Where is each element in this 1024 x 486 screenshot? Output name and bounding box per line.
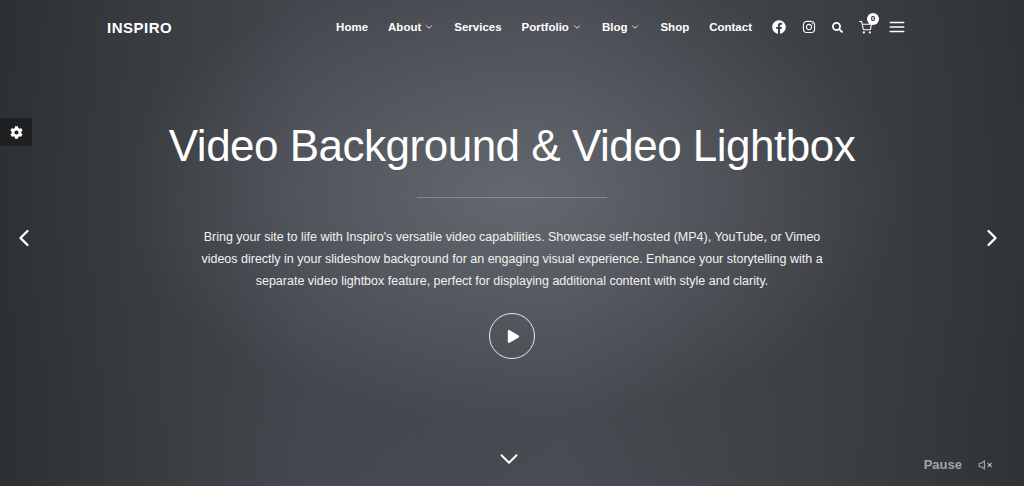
chevron-down-icon <box>494 444 524 474</box>
chevron-down-icon <box>572 22 582 32</box>
chevron-down-icon <box>424 22 434 32</box>
cart-button[interactable]: 0 <box>859 21 872 34</box>
instagram-button[interactable] <box>802 20 816 34</box>
page: INSPIRO Home About Services Portfolio Blog Sho… <box>0 0 1024 486</box>
play-button[interactable] <box>489 313 535 359</box>
nav: Home About Services Portfolio Blog Shop Contac… <box>336 21 752 33</box>
nav-item[interactable]: Services <box>454 21 501 33</box>
nav-item[interactable]: Contact <box>709 21 752 33</box>
search-button[interactable] <box>832 22 843 33</box>
hero-title: Video Background & Video Lightbox <box>169 120 855 172</box>
video-controls: Pause <box>924 457 992 472</box>
gear-icon <box>10 126 23 139</box>
menu-button[interactable] <box>888 18 906 36</box>
settings-button[interactable] <box>0 118 32 146</box>
next-slide-button[interactable] <box>978 224 1006 252</box>
chevron-left-icon <box>10 224 38 252</box>
header: INSPIRO Home About Services Portfolio Blog Sho… <box>0 0 1024 54</box>
prev-slide-button[interactable] <box>10 224 38 252</box>
nav-item[interactable]: Home <box>336 21 368 33</box>
facebook-button[interactable] <box>772 20 786 34</box>
nav-item[interactable]: Blog <box>602 21 641 33</box>
cart-badge: 0 <box>867 13 879 25</box>
title-divider <box>417 197 607 198</box>
nav-item[interactable]: About <box>388 21 434 33</box>
hamburger-icon <box>888 18 906 36</box>
facebook-icon <box>772 20 786 34</box>
instagram-icon <box>802 20 816 34</box>
nav-item[interactable]: Portfolio <box>522 21 582 33</box>
header-icons: 0 <box>772 18 906 36</box>
chevron-right-icon <box>978 224 1006 252</box>
play-icon <box>507 330 520 343</box>
mute-icon[interactable] <box>978 458 992 472</box>
nav-item[interactable]: Shop <box>660 21 689 33</box>
pause-button[interactable]: Pause <box>924 457 962 472</box>
chevron-down-icon <box>630 22 640 32</box>
hero-description: Bring your site to life with Inspiro's v… <box>187 226 837 292</box>
logo[interactable]: INSPIRO <box>107 19 172 36</box>
header-right: Home About Services Portfolio Blog Shop Contac… <box>336 18 906 36</box>
scroll-down-button[interactable] <box>494 444 524 474</box>
search-icon <box>832 22 843 33</box>
